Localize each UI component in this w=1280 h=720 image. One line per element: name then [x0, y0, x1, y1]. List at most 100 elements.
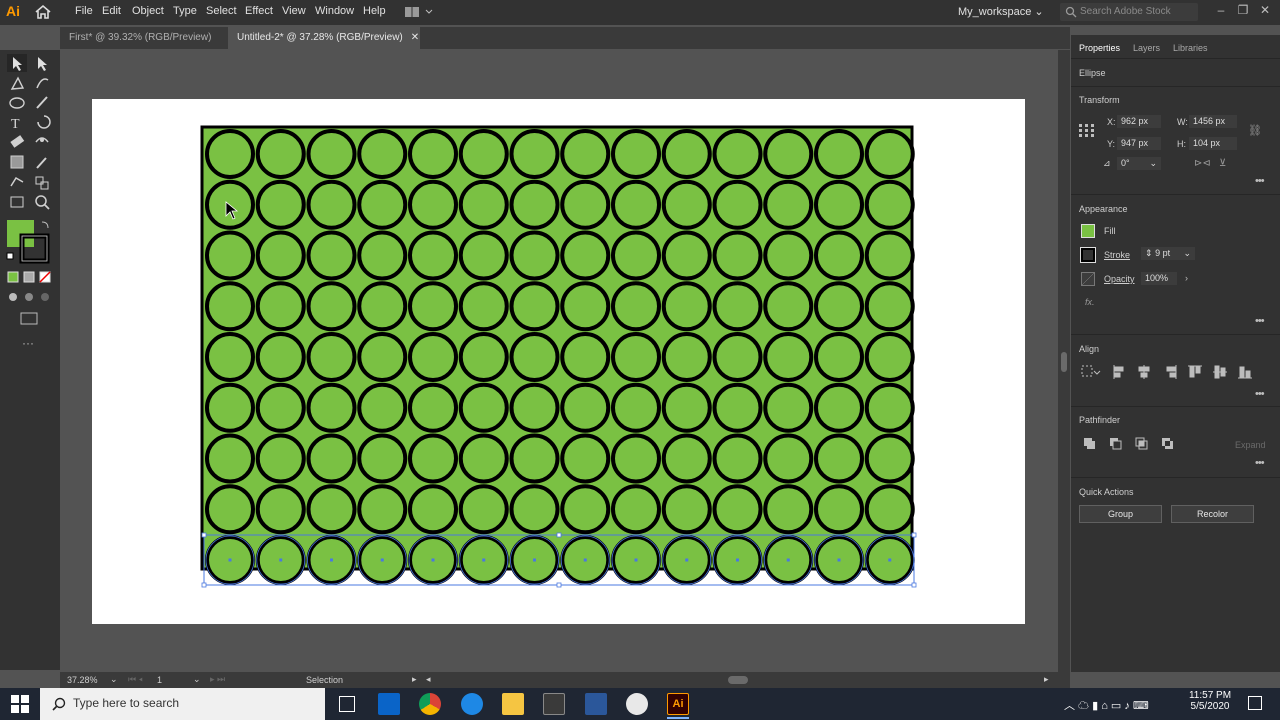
tab-first[interactable]: First* @ 39.32% (RGB/Preview) [60, 27, 228, 49]
chevron-right-icon[interactable]: › [1185, 273, 1188, 283]
edge-icon[interactable] [461, 693, 483, 715]
artboard[interactable] [92, 99, 1025, 624]
menu-view[interactable]: View [282, 5, 306, 19]
tab-untitled-2[interactable]: Untitled-2* @ 37.28% (RGB/Preview) ✕ [228, 27, 420, 49]
swap-colors-icon[interactable] [41, 221, 49, 229]
flip-horizontal-icon[interactable]: ⊳⊲ [1194, 158, 1211, 169]
menu-help[interactable]: Help [363, 5, 386, 19]
direct-selection-tool-icon[interactable] [38, 57, 47, 71]
minimize-icon[interactable]: – [1214, 3, 1228, 17]
fill-color-swatch[interactable] [1081, 224, 1095, 238]
status-menu-icon[interactable]: ▸ [412, 674, 417, 685]
zoom-tool-icon[interactable] [35, 195, 50, 210]
artboard-tool-icon[interactable] [10, 196, 24, 208]
scroll-thumb[interactable] [1061, 352, 1067, 372]
artboard-number[interactable]: 1 [157, 675, 193, 685]
opacity-label[interactable]: Opacity [1104, 274, 1135, 284]
last-artboard-icon[interactable]: ▸ ⏭ [210, 674, 225, 685]
menu-edit[interactable]: Edit [102, 5, 121, 19]
stepper-icon[interactable]: ⇕ [1145, 248, 1153, 258]
scroll-left-icon[interactable]: ◂ [426, 674, 431, 685]
blend-tool-icon[interactable] [35, 176, 49, 190]
more-options-icon[interactable]: ••• [1255, 315, 1265, 327]
more-options-icon[interactable]: ••• [1255, 388, 1265, 400]
reference-point-icon[interactable] [1078, 123, 1096, 139]
notifications-icon[interactable] [1248, 696, 1262, 710]
menu-effect[interactable]: Effect [245, 5, 273, 19]
default-colors-icon[interactable] [6, 252, 14, 260]
zoom-level[interactable]: 37.28% [67, 675, 98, 685]
constrain-proportions-icon[interactable]: ⛓ [1248, 124, 1262, 137]
windows-start-icon[interactable] [11, 695, 29, 713]
outlook-icon[interactable] [378, 693, 400, 715]
gradient-mode-icon[interactable] [23, 271, 35, 283]
arrange-documents-icon[interactable] [404, 5, 434, 19]
vertical-scrollbar[interactable] [1058, 50, 1070, 672]
illustrator-taskbar-icon[interactable]: Ai [667, 693, 689, 715]
recolor-button[interactable]: Recolor [1171, 505, 1254, 523]
rotate-field[interactable]: 0° ⌄ [1117, 157, 1161, 170]
obs-icon[interactable] [626, 693, 648, 715]
ellipse-tool-icon[interactable] [9, 97, 25, 109]
expand-button[interactable]: Expand [1235, 440, 1266, 450]
tab-properties[interactable]: Properties [1079, 43, 1120, 53]
first-artboard-icon[interactable]: ⏮ ◂ [128, 674, 143, 685]
eraser-tool-icon[interactable] [10, 135, 25, 148]
menu-window[interactable]: Window [315, 5, 354, 19]
shape-builder-tool-icon[interactable] [10, 176, 24, 187]
home-icon[interactable] [34, 4, 52, 20]
tab-layers[interactable]: Layers [1133, 43, 1160, 53]
x-field[interactable]: 962 px [1117, 115, 1161, 128]
horizontal-scroll-thumb[interactable] [728, 676, 748, 684]
height-field[interactable]: 104 px [1189, 137, 1237, 150]
chevron-down-icon[interactable]: ⌄ [193, 674, 201, 685]
fx-icon[interactable]: fx. [1085, 297, 1095, 307]
taskbar-search-box[interactable]: Type here to search [40, 688, 325, 720]
gradient-tool-icon[interactable] [10, 155, 24, 169]
width-field[interactable]: 1456 px [1189, 115, 1237, 128]
tab-libraries[interactable]: Libraries [1173, 43, 1208, 53]
workspace-switcher[interactable]: My_workspace ⌄ [958, 5, 1044, 18]
group-button[interactable]: Group [1079, 505, 1162, 523]
eyedropper-tool-icon[interactable] [36, 157, 47, 169]
stock-search-input[interactable]: Search Adobe Stock [1060, 3, 1198, 21]
close-tab-icon[interactable]: ✕ [411, 32, 419, 43]
stroke-weight-field[interactable]: ⇕ 9 pt ⌄ [1141, 247, 1195, 260]
close-icon[interactable]: ✕ [1258, 3, 1272, 17]
word-icon[interactable] [585, 693, 607, 715]
paintbrush-tool-icon[interactable] [36, 96, 48, 109]
clock[interactable]: 11:57 PM 5/5/2020 [1180, 690, 1240, 712]
draw-normal-icon[interactable] [9, 293, 17, 301]
store-icon[interactable] [543, 693, 565, 715]
stroke-color-swatch[interactable] [1080, 247, 1096, 263]
curvature-tool-icon[interactable] [36, 78, 49, 89]
restore-icon[interactable]: ❐ [1236, 3, 1250, 17]
system-tray-icons[interactable]: ︿ ☁ ▮ ⌂ ▭ ♪ ⌨ [1064, 697, 1149, 713]
none-mode-icon[interactable] [39, 271, 51, 283]
chrome-icon[interactable] [419, 693, 441, 715]
type-tool-icon[interactable]: T [11, 117, 20, 132]
draw-behind-icon[interactable] [25, 293, 33, 301]
more-options-icon[interactable]: ••• [1255, 175, 1265, 187]
task-view-icon[interactable] [339, 696, 355, 712]
chevron-down-icon[interactable]: ⌄ [110, 674, 118, 685]
screen-mode-icon[interactable] [20, 312, 38, 325]
color-mode-icon[interactable] [7, 271, 19, 283]
selection-tool-icon[interactable] [7, 54, 27, 72]
menu-file[interactable]: File [75, 5, 93, 19]
menu-type[interactable]: Type [173, 5, 197, 19]
draw-inside-icon[interactable] [41, 293, 49, 301]
edit-toolbar-icon[interactable]: ··· [22, 336, 34, 350]
file-explorer-icon[interactable] [502, 693, 524, 715]
menu-select[interactable]: Select [206, 5, 237, 19]
rotate-tool-icon[interactable] [37, 115, 51, 129]
scroll-right-icon[interactable]: ▸ [1044, 674, 1049, 685]
more-options-icon[interactable]: ••• [1255, 457, 1265, 469]
y-field[interactable]: 947 px [1117, 137, 1161, 150]
opacity-field[interactable]: 100% [1141, 272, 1177, 285]
stroke-label[interactable]: Stroke [1104, 250, 1130, 260]
flip-vertical-icon[interactable]: ⊻ [1219, 158, 1226, 169]
pen-tool-icon[interactable] [10, 76, 25, 90]
width-tool-icon[interactable] [35, 137, 49, 143]
menu-object[interactable]: Object [132, 5, 164, 19]
